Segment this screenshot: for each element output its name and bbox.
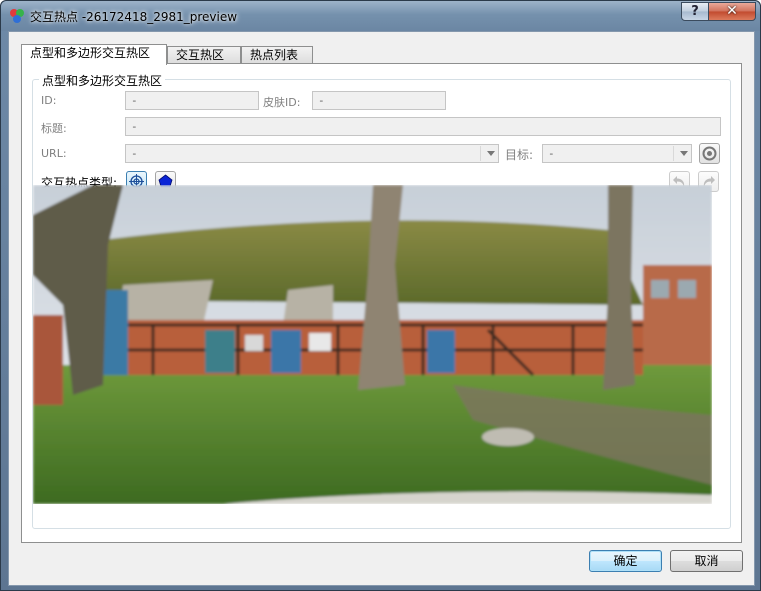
ok-button[interactable]: 确定: [589, 550, 662, 572]
hotspot-groupbox: 点型和多边形交互热区 ID: - 皮肤ID: - 标题: - URL: - 目标…: [32, 72, 731, 529]
cancel-button[interactable]: 取消: [670, 550, 743, 572]
url-combo-separator: [480, 146, 481, 161]
url-value: -: [131, 147, 138, 160]
tab-point-polygon[interactable]: 点型和多边形交互热区: [21, 44, 167, 65]
tab-panel: 点型和多边形交互热区 ID: - 皮肤ID: - 标题: - URL: - 目标…: [21, 63, 742, 543]
dialog-client-area: 点型和多边形交互热区 交互热区 热点列表 点型和多边形交互热区 ID: - 皮肤…: [8, 31, 755, 586]
id-label: ID:: [41, 94, 57, 107]
target-value: -: [548, 147, 555, 160]
tab-hotspot-list[interactable]: 热点列表: [241, 46, 313, 64]
chevron-down-icon: [487, 151, 495, 156]
window-title: 交互热点 -26172418_2981_preview: [30, 10, 238, 24]
tab-hotspot-area[interactable]: 交互热区: [167, 46, 241, 64]
title-bar[interactable]: 交互热点 -26172418_2981_preview ? ✕: [1, 1, 760, 31]
target-combobox[interactable]: -: [542, 144, 692, 163]
title-field[interactable]: -: [125, 117, 721, 136]
help-button[interactable]: ?: [681, 2, 709, 21]
target-picker-button[interactable]: [699, 143, 720, 164]
close-button[interactable]: ✕: [708, 2, 756, 21]
url-label: URL:: [41, 147, 67, 160]
url-combobox[interactable]: -: [125, 144, 499, 163]
circle-target-icon: [702, 146, 717, 161]
id-field[interactable]: -: [125, 91, 259, 110]
target-label: 目标:: [505, 148, 534, 162]
title-label: 标题:: [41, 122, 67, 135]
app-icon: [9, 8, 25, 24]
group-title: 点型和多边形交互热区: [39, 72, 166, 89]
chevron-down-icon: [680, 151, 688, 156]
target-combo-separator: [673, 146, 674, 161]
dialog-window: 交互热点 -26172418_2981_preview ? ✕ 点型和多边形交互…: [0, 0, 761, 591]
panorama-preview-svg: [33, 185, 712, 504]
skin-id-label: 皮肤ID:: [263, 96, 301, 109]
panorama-preview-image[interactable]: [33, 185, 712, 504]
skin-id-field[interactable]: -: [312, 91, 446, 110]
